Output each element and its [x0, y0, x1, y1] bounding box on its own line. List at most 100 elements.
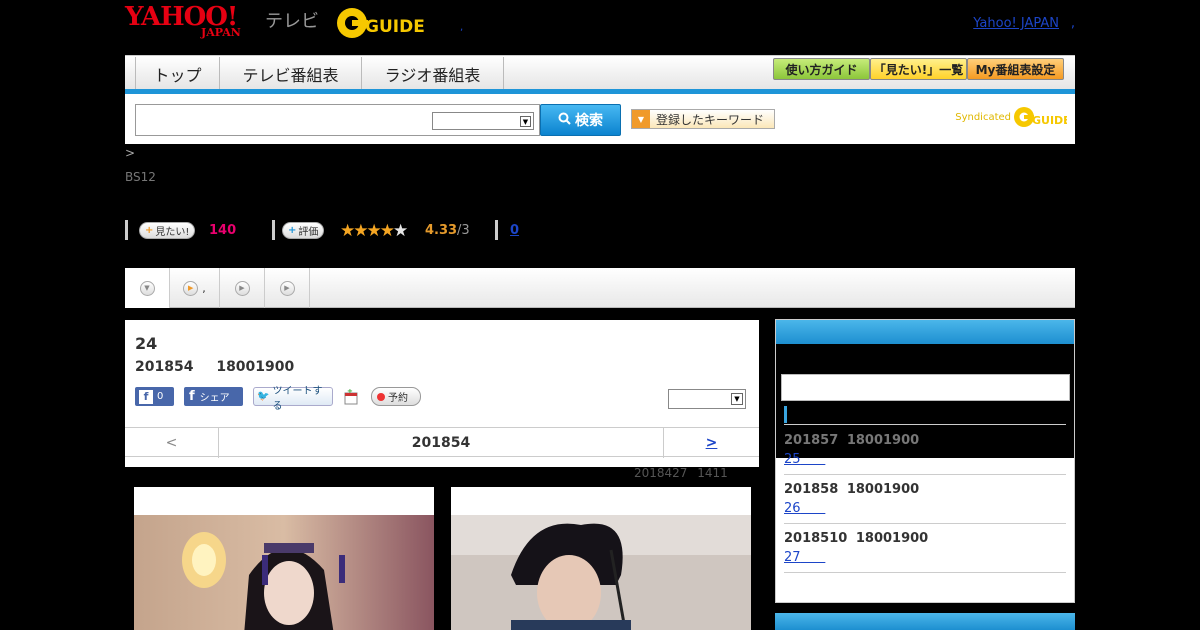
tab-tv-schedule[interactable]: テレビ番組表 — [220, 57, 362, 90]
channel-name: BS12 — [125, 170, 156, 184]
air-datetime: 201854 18001900 — [135, 359, 294, 375]
episode-number: 24 — [135, 334, 158, 353]
gguide-logo[interactable]: GUIDE — [335, 6, 431, 40]
breadcrumb[interactable]: > — [125, 146, 135, 160]
divider — [495, 220, 498, 240]
header-link-separator: , — [1070, 16, 1075, 31]
episode-pager: < 201854 > — [125, 427, 759, 458]
episode-link[interactable]: 27 — [784, 550, 825, 565]
tab-top[interactable]: トップ — [135, 57, 220, 90]
rating-count: /3 — [457, 223, 470, 238]
broadcast-time: 18001900 — [846, 482, 920, 497]
search-icon — [558, 112, 571, 129]
tweet-label: ツイートする — [272, 385, 323, 412]
svg-text:GUIDE: GUIDE — [1032, 114, 1067, 127]
broadcast-datetime: 201858 18001900 — [784, 482, 919, 497]
air-date: 201854 — [135, 359, 194, 375]
search-bar: ▼ 検索 ▼ 登録したキーワード Syndicated GUIDE — [125, 94, 1075, 144]
pager-next-button[interactable]: > — [663, 428, 759, 458]
upcoming-broadcasts-sidebar: 201857 18001900 25 201858 18001900 26 20… — [775, 319, 1075, 603]
updated-date: 2018427 — [634, 466, 688, 480]
broadcast-date: 201857 — [784, 433, 839, 448]
tab-radio-schedule[interactable]: ラジオ番組表 — [362, 57, 504, 90]
program-select[interactable]: ▼ — [668, 389, 746, 409]
list-item[interactable]: 201857 18001900 25 — [784, 426, 1066, 475]
subtab-1[interactable]: ▶ , — [170, 268, 220, 308]
facebook-share-label: シェア — [199, 393, 230, 404]
star-icon: ★ — [379, 221, 395, 241]
program-image-1[interactable] — [134, 487, 434, 630]
tv-logo-text: テレビ — [265, 11, 319, 32]
play-icon: ▶ — [183, 280, 199, 296]
subtab-1-label: , — [202, 281, 206, 295]
program-image-2[interactable] — [451, 487, 751, 630]
sidebar-input[interactable] — [781, 374, 1070, 401]
record-dot-icon — [377, 392, 385, 401]
play-icon: ▶ — [234, 280, 250, 296]
episode-link-label: 26 — [784, 501, 801, 516]
episode-link[interactable]: 26 — [784, 501, 825, 516]
episode-link[interactable]: 25 — [784, 452, 825, 467]
want-list-button[interactable]: 「見たい!」一覧 — [870, 58, 967, 80]
search-button-label: 検索 — [575, 113, 603, 129]
sidebar-second-header — [775, 613, 1075, 630]
comment-count-link[interactable]: 0 — [510, 223, 519, 238]
action-bar: + 見たい! 140 + 評価 ★★★★★ 4.33 /3 0 — [125, 220, 625, 242]
broadcast-datetime: 2018510 18001900 — [784, 531, 928, 546]
my-schedule-settings-button[interactable]: My番組表設定 — [967, 58, 1064, 80]
subtab-overview[interactable]: ▼ — [125, 268, 170, 308]
svg-text:+: + — [347, 389, 353, 395]
search-button[interactable]: 検索 — [540, 104, 621, 136]
header-separator: , — [460, 22, 464, 33]
search-category-select[interactable]: ▼ — [432, 112, 534, 130]
facebook-like-button[interactable]: f 0 — [135, 387, 174, 406]
subtab-2[interactable]: ▶ — [220, 268, 265, 308]
play-icon: ▶ — [279, 280, 295, 296]
want-label: 見たい! — [155, 227, 190, 238]
rate-label: 評価 — [298, 227, 319, 238]
star-icon: ★ — [366, 221, 382, 241]
list-item[interactable]: 2018510 18001900 27 — [784, 524, 1066, 573]
broadcast-date: 2018510 — [784, 531, 848, 546]
list-item[interactable]: 201858 18001900 26 — [784, 475, 1066, 524]
rating-stars: ★★★★★ — [340, 221, 408, 241]
star-icon: ★ — [340, 221, 355, 241]
section-marker — [784, 406, 787, 423]
registered-keyword-button[interactable]: ▼ 登録したキーワード — [631, 109, 775, 129]
last-updated: 2018427 1411 — [634, 466, 728, 480]
want-button[interactable]: + 見たい! — [139, 222, 196, 239]
rate-button[interactable]: + 評価 — [282, 222, 325, 239]
tweet-button[interactable]: 🐦 ツイートする — [253, 386, 333, 412]
registered-keyword-label: 登録したキーワード — [656, 112, 765, 127]
calendar-add-icon[interactable]: + — [343, 387, 361, 406]
star-icon: ★ — [353, 221, 368, 241]
episode-link-label: 25 — [784, 452, 801, 467]
actress-photo — [134, 515, 434, 630]
triangle-down-icon: ▼ — [632, 110, 650, 128]
broadcast-time: 18001900 — [855, 531, 929, 546]
plus-icon: + — [145, 225, 154, 236]
pager-prev-button[interactable]: < — [125, 428, 219, 458]
updated-time: 1411 — [697, 466, 728, 480]
twitter-bird-icon: 🐦 — [257, 391, 270, 402]
rating-value: 4.33 — [425, 223, 458, 238]
pager-current-date: 201854 — [411, 435, 471, 451]
subtab-3[interactable]: ▶ — [265, 268, 310, 308]
gguide-small-logo: GUIDE — [1014, 107, 1067, 127]
chevron-down-icon: ▼ — [731, 393, 743, 405]
broadcast-datetime: 201857 18001900 — [784, 433, 919, 448]
facebook-share-button[interactable]: f シェア — [184, 387, 243, 406]
facebook-like-count: 0 — [157, 391, 164, 402]
usage-guide-button[interactable]: 使い方ガイド — [773, 58, 870, 80]
site-header: YAHOO! JAPAN テレビ GUIDE , Yahoo! JAPAN , — [125, 0, 1075, 55]
yahoo-japan-logo-text: JAPAN — [201, 26, 241, 39]
divider — [784, 424, 1066, 425]
yahoo-japan-link[interactable]: Yahoo! JAPAN — [973, 16, 1059, 31]
facebook-icon: f — [139, 389, 153, 404]
reserve-button[interactable]: 予約 — [371, 387, 421, 406]
program-detail-panel: 24 201854 18001900 f 0 f シェア 🐦 ツイートする + … — [125, 320, 759, 467]
chevron-down-icon: ▼ — [139, 280, 155, 296]
broadcast-time: 18001900 — [846, 433, 920, 448]
divider — [272, 220, 275, 240]
star-empty-icon: ★ — [393, 221, 408, 241]
